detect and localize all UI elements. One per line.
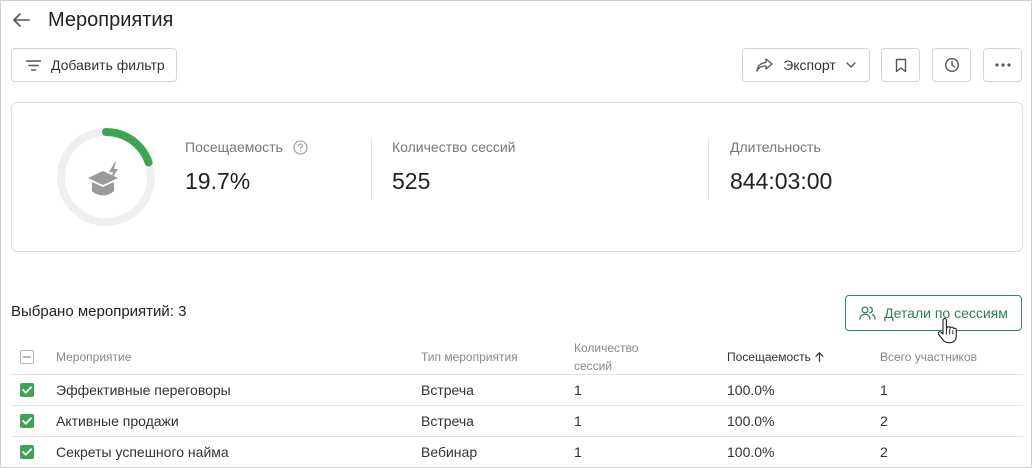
- help-icon[interactable]: [293, 139, 308, 155]
- duration-value: 844:03:00: [730, 168, 833, 194]
- column-header-sessions-line1: Количество: [574, 340, 639, 355]
- sort-ascending-icon: [815, 351, 824, 362]
- add-filter-label: Добавить фильтр: [51, 57, 165, 73]
- column-header-participants[interactable]: Всего участников: [880, 339, 977, 374]
- stats-divider: [708, 139, 709, 199]
- event-attendance: 100.0%: [727, 444, 775, 460]
- event-type: Встреча: [421, 382, 474, 398]
- row-checkbox[interactable]: [20, 414, 34, 428]
- attendance-donut: [57, 128, 155, 226]
- check-icon: [22, 448, 32, 456]
- share-icon: [756, 58, 773, 72]
- column-header-event[interactable]: Мероприятие: [56, 339, 131, 374]
- events-page: Мероприятия Добавить фильтр Экспорт Посе…: [0, 0, 1032, 468]
- back-button[interactable]: [11, 10, 31, 30]
- attendance-value: 19.7%: [185, 168, 251, 194]
- selected-count: Выбрано мероприятий: 3: [11, 303, 187, 320]
- attendance-stat: Посещаемость 19.7%: [185, 139, 308, 195]
- event-sessions: 1: [574, 382, 582, 398]
- check-icon: [22, 417, 32, 425]
- table-row[interactable]: Активные продажи Встреча 1 100.0% 2: [11, 406, 1023, 437]
- users-icon: [859, 306, 876, 320]
- table-row[interactable]: Эффективные переговоры Встреча 1 100.0% …: [11, 375, 1023, 406]
- event-name: Секреты успешного найма: [56, 444, 229, 460]
- event-sessions: 1: [574, 444, 582, 460]
- column-header-type[interactable]: Тип мероприятия: [421, 339, 518, 374]
- event-type: Встреча: [421, 413, 474, 429]
- event-cap-icon: [88, 162, 118, 196]
- column-header-attendance-label: Посещаемость: [727, 349, 811, 364]
- duration-stat: Длительность 844:03:00: [730, 139, 832, 195]
- check-icon: [22, 386, 32, 394]
- column-header-sessions-line2: сессий: [574, 358, 613, 373]
- row-checkbox[interactable]: [20, 445, 34, 459]
- page-title: Мероприятия: [48, 8, 174, 31]
- column-header-attendance[interactable]: Посещаемость: [727, 339, 824, 374]
- sessions-value: 525: [392, 168, 431, 194]
- export-button[interactable]: Экспорт: [742, 48, 870, 82]
- add-filter-button[interactable]: Добавить фильтр: [11, 48, 177, 82]
- history-button[interactable]: [932, 48, 971, 82]
- arrow-left-icon: [13, 13, 30, 27]
- sessions-stat: Количество сессий 525: [392, 139, 516, 195]
- table-row[interactable]: Секреты успешного найма Вебинар 1 100.0%…: [11, 437, 1023, 467]
- event-type: Вебинар: [421, 444, 478, 460]
- bookmark-icon: [895, 58, 906, 72]
- session-details-button[interactable]: Детали по сессиям: [845, 295, 1022, 331]
- events-table: Мероприятие Тип мероприятия Количество с…: [11, 339, 1023, 467]
- event-attendance: 100.0%: [727, 413, 775, 429]
- event-participants: 1: [880, 382, 888, 398]
- stats-card: Посещаемость 19.7% Количество сессий 525…: [11, 102, 1023, 252]
- more-icon: [994, 63, 1011, 67]
- chevron-down-icon: [846, 62, 856, 68]
- stats-divider: [371, 139, 372, 199]
- history-icon: [944, 57, 959, 73]
- table-header: Мероприятие Тип мероприятия Количество с…: [11, 339, 1023, 375]
- select-all-checkbox[interactable]: [20, 349, 34, 364]
- event-participants: 2: [880, 444, 888, 460]
- column-header-sessions[interactable]: Количество сессий: [574, 339, 674, 374]
- export-label: Экспорт: [783, 57, 836, 73]
- event-name: Эффективные переговоры: [56, 382, 231, 398]
- event-attendance: 100.0%: [727, 382, 775, 398]
- bookmark-button[interactable]: [881, 48, 920, 82]
- event-participants: 2: [880, 413, 888, 429]
- event-sessions: 1: [574, 413, 582, 429]
- page-header: Мероприятия: [11, 7, 173, 33]
- attendance-label: Посещаемость: [185, 139, 283, 155]
- event-name: Активные продажи: [56, 413, 179, 429]
- row-checkbox[interactable]: [20, 383, 34, 397]
- filter-icon: [26, 59, 41, 71]
- duration-label: Длительность: [730, 139, 821, 155]
- more-button[interactable]: [983, 48, 1022, 82]
- sessions-label: Количество сессий: [392, 139, 516, 155]
